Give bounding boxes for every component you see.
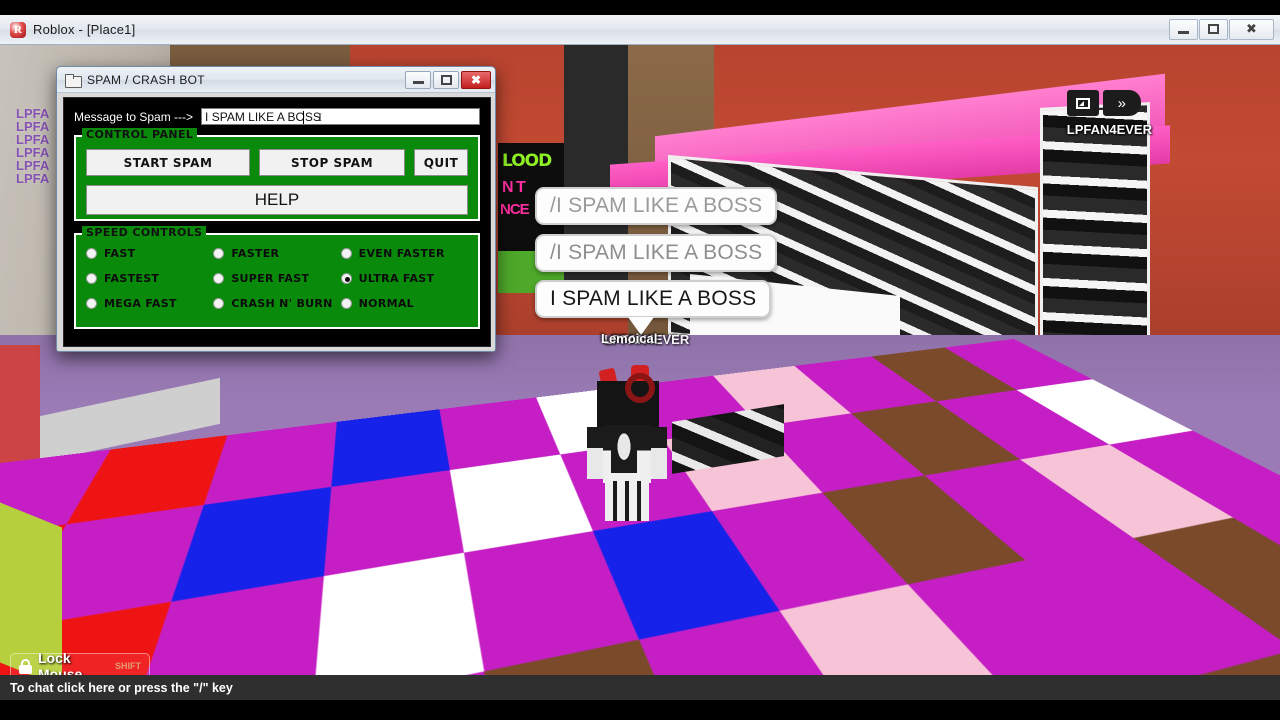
radio-dot-icon bbox=[340, 273, 352, 284]
chat-bubble: /I SPAM LIKE A BOSS bbox=[535, 234, 778, 272]
chat-prompt-label: To chat click here or press the "/" key bbox=[10, 680, 233, 695]
player-username: LPFAN4EVER bbox=[1066, 122, 1152, 137]
bot-window-body: Message to Spam ---> I SPAM LIKE A BOSS … bbox=[63, 97, 491, 347]
poster-line-2: N T bbox=[502, 179, 526, 196]
quit-button[interactable]: QUIT bbox=[414, 149, 468, 176]
speed-radio-ultra-fast[interactable]: ULTRA FAST bbox=[340, 272, 468, 285]
speed-radio-grid: FAST FASTER EVEN FASTER FASTEST SUPER FAST UL… bbox=[86, 247, 468, 310]
avatar-nametag: Lemoical bbox=[601, 331, 658, 346]
speed-radio-normal[interactable]: NORMAL bbox=[340, 297, 468, 310]
help-button[interactable]: HELP bbox=[86, 185, 468, 215]
speed-radio-fastest[interactable]: FASTEST bbox=[86, 272, 213, 285]
message-input[interactable]: I SPAM LIKE A BOSS I bbox=[201, 108, 480, 125]
chat-input-bar[interactable]: To chat click here or press the "/" key bbox=[0, 675, 1280, 700]
letterbox-bottom bbox=[0, 700, 1280, 720]
avatar-shirt-decal bbox=[611, 429, 637, 473]
start-spam-button[interactable]: START SPAM bbox=[86, 149, 250, 176]
radio-dot-icon bbox=[86, 248, 97, 259]
radio-dot-icon bbox=[340, 298, 352, 309]
lock-mouse-shortcut: SHIFT bbox=[115, 661, 141, 671]
window-titlebar: Roblox - [Place1] ✖ bbox=[0, 15, 1280, 45]
lock-icon bbox=[19, 658, 32, 674]
speed-radio-label: FASTER bbox=[231, 247, 280, 260]
window-title: Roblox - [Place1] bbox=[33, 22, 136, 37]
speed-radio-mega-fast[interactable]: MEGA FAST bbox=[86, 297, 213, 310]
speed-radio-label: EVEN FASTER bbox=[358, 247, 445, 260]
window-minimize-button[interactable] bbox=[1169, 18, 1198, 40]
lock-mouse-button[interactable]: Lock Mouse SHIFT bbox=[10, 650, 150, 675]
lock-mouse-label: Lock Mouse bbox=[38, 650, 83, 675]
camera-icon[interactable] bbox=[1066, 90, 1099, 116]
window-controls: ✖ bbox=[1168, 18, 1274, 41]
speed-radio-label: NORMAL bbox=[358, 297, 414, 310]
avatar-headphones bbox=[625, 373, 655, 403]
radio-dot-icon bbox=[213, 298, 225, 309]
speed-radio-label: CRASH N' BURN bbox=[231, 297, 333, 310]
message-row: Message to Spam ---> I SPAM LIKE A BOSS … bbox=[64, 98, 490, 131]
bot-close-button[interactable]: ✖ bbox=[461, 70, 491, 89]
speed-controls-group: SPEED CONTROLS FAST FASTER EVEN FASTER FAST… bbox=[74, 226, 480, 329]
bot-window-controls: ✖ bbox=[403, 70, 491, 89]
radio-dot-icon bbox=[86, 273, 97, 284]
speed-radio-label: ULTRA FAST bbox=[358, 272, 435, 285]
poster-line-1: LOOD bbox=[502, 151, 552, 171]
control-panel-title: CONTROL PANEL bbox=[82, 128, 198, 141]
text-caret bbox=[303, 111, 305, 124]
speed-radio-faster[interactable]: FASTER bbox=[213, 247, 340, 260]
radio-dot-icon bbox=[213, 273, 225, 284]
radio-dot-icon bbox=[86, 298, 97, 309]
bot-window-title: SPAM / CRASH BOT bbox=[87, 72, 205, 87]
letterbox-top bbox=[0, 0, 1280, 15]
chat-bubble: /I SPAM LIKE A BOSS bbox=[535, 187, 778, 225]
speed-radio-super-fast[interactable]: SUPER FAST bbox=[213, 272, 340, 285]
speed-radio-fast[interactable]: FAST bbox=[86, 247, 213, 260]
window-icon bbox=[65, 73, 82, 88]
speed-radio-label: FAST bbox=[104, 247, 136, 260]
control-button-row: START SPAM STOP SPAM QUIT bbox=[86, 149, 468, 176]
avatar-arm-right bbox=[651, 427, 667, 479]
avatar-legs bbox=[605, 481, 649, 521]
top-right-hud: » LPFAN4EVER bbox=[1066, 90, 1152, 137]
bot-maximize-button[interactable] bbox=[433, 70, 459, 89]
avatar-arm-left bbox=[587, 427, 603, 479]
window-maximize-button[interactable] bbox=[1199, 18, 1228, 40]
speed-radio-label: FASTEST bbox=[104, 272, 160, 285]
radio-dot-icon bbox=[340, 248, 352, 259]
bot-minimize-button[interactable] bbox=[405, 70, 431, 89]
ibeam-cursor-icon: I bbox=[318, 110, 323, 124]
window-close-button[interactable]: ✖ bbox=[1229, 18, 1274, 40]
speed-radio-label: MEGA FAST bbox=[104, 297, 177, 310]
expand-menu-icon[interactable]: » bbox=[1102, 90, 1141, 116]
screenshot-root: Roblox - [Place1] ✖ LOOD N T NCE bbox=[0, 0, 1280, 720]
stop-spam-button[interactable]: STOP SPAM bbox=[259, 149, 405, 176]
control-panel-group: CONTROL PANEL START SPAM STOP SPAM QUIT … bbox=[74, 128, 480, 221]
message-label: Message to Spam ---> bbox=[74, 109, 194, 124]
speed-radio-label: SUPER FAST bbox=[231, 272, 310, 285]
player-avatar bbox=[585, 355, 677, 521]
chat-bubble: I SPAM LIKE A BOSS bbox=[535, 280, 772, 318]
spam-crash-bot-window[interactable]: SPAM / CRASH BOT ✖ Message to Spam ---> … bbox=[56, 66, 496, 352]
speed-radio-crash-n-burn[interactable]: CRASH N' BURN bbox=[213, 297, 340, 310]
roblox-icon bbox=[10, 21, 26, 38]
poster-line-3: NCE bbox=[500, 201, 530, 218]
speed-controls-title: SPEED CONTROLS bbox=[82, 226, 207, 239]
speed-radio-even-faster[interactable]: EVEN FASTER bbox=[340, 247, 468, 260]
bot-titlebar[interactable]: SPAM / CRASH BOT ✖ bbox=[57, 67, 495, 93]
radio-dot-icon bbox=[213, 248, 225, 259]
